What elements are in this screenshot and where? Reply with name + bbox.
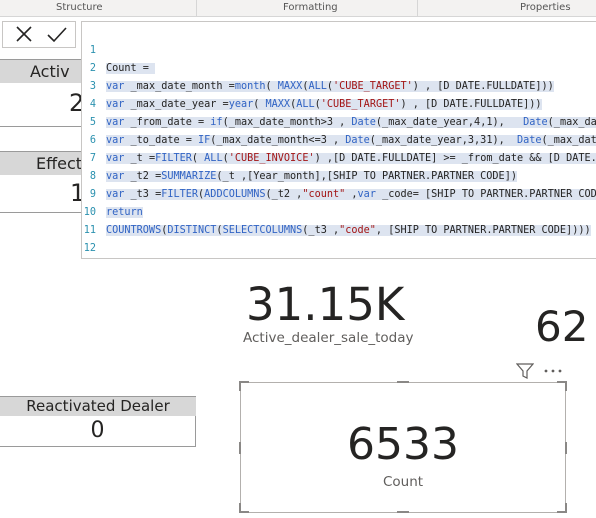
code-line-3: 3 var _max_date_year =year( MAXX(ALL('CU…: [82, 60, 596, 110]
sale-today-label: Active_dealer_sale_today: [243, 330, 414, 346]
filter-icon[interactable]: [515, 363, 535, 379]
resize-handle-tl[interactable]: [239, 381, 241, 391]
resize-handle-br[interactable]: [565, 503, 567, 513]
ribbon-bar: Structure Formatting Properties: [0, 0, 596, 17]
resize-handle-bottom[interactable]: [397, 511, 409, 513]
more-options-icon[interactable]: [543, 363, 563, 377]
reactivated-card-header: Reactivated Dealer: [0, 396, 196, 416]
cancel-button[interactable]: [9, 22, 39, 47]
code-line-6: 6 var _t =FILTER( ALL('CUBE_INVOICE') ,[…: [82, 114, 596, 164]
formula-buttons: [2, 21, 76, 48]
resize-handle-left[interactable]: [239, 442, 241, 454]
resize-handle-bl[interactable]: [239, 503, 241, 513]
reactivated-card-value: 0: [90, 418, 105, 443]
active-card-title: Activ: [30, 62, 70, 81]
code-line-7: 7 var _t2 =SUMMARIZE(_t ,[Year_month],[S…: [82, 132, 596, 182]
resize-handle-right[interactable]: [565, 442, 567, 454]
code-line-4: 4 var _from_date = if(_max_date_month>3 …: [82, 78, 596, 128]
effective-card-title: Effect: [36, 154, 83, 173]
reactivated-card[interactable]: 0: [0, 416, 196, 447]
reactivated-card-title: Reactivated Dealer: [26, 397, 170, 415]
side-kpi-value: 62: [535, 302, 589, 351]
code-line-12: 12: [82, 222, 596, 254]
ribbon-tab-properties[interactable]: Properties: [520, 2, 571, 13]
code-line-2: 2 var _max_date_month =month( MAXX(ALL('…: [82, 42, 596, 92]
count-value: 6533: [347, 419, 459, 470]
code-line-5: 5 var _to_date = IF(_max_date_month<=3 ,…: [82, 96, 596, 146]
dax-formula-editor[interactable]: 1 Count = 2 var _max_date_month =month( …: [81, 21, 596, 259]
code-line-9: 9 return: [82, 168, 596, 218]
sale-today-value: 31.15K: [246, 278, 405, 331]
resize-handle-top[interactable]: [397, 381, 409, 383]
ribbon-divider: [417, 0, 418, 16]
line-number: 12: [83, 243, 96, 254]
resize-handle-tr[interactable]: [565, 381, 567, 391]
ribbon-tab-formatting[interactable]: Formatting: [283, 2, 338, 13]
code-line-1: 1 Count =: [82, 24, 596, 74]
count-visual[interactable]: 6533 Count: [240, 382, 566, 513]
ribbon-divider: [196, 0, 197, 16]
ribbon-tab-structure[interactable]: Structure: [56, 2, 103, 13]
code-line-8: 8 var _t3 =FILTER(ADDCOLUMNS(_t2 ,"count…: [82, 150, 596, 200]
commit-button[interactable]: [42, 22, 72, 47]
count-label: Count: [382, 474, 424, 490]
check-icon: [47, 27, 67, 43]
code-line-11: 11: [82, 204, 596, 236]
x-icon: [16, 26, 32, 42]
code-line-10: 10 COUNTROWS(DISTINCT(SELECTCOLUMNS(_t3 …: [82, 186, 596, 236]
